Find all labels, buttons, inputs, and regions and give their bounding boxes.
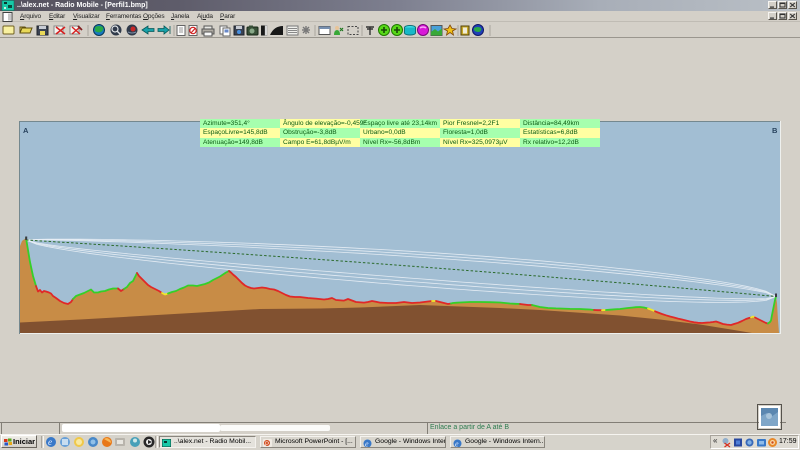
svg-text:e: e	[48, 437, 52, 447]
svg-text:A: A	[23, 126, 29, 135]
svg-text:e: e	[455, 440, 459, 449]
svg-text:e: e	[365, 440, 369, 449]
svg-text:B: B	[772, 126, 778, 135]
svg-text:P: P	[265, 442, 269, 447]
